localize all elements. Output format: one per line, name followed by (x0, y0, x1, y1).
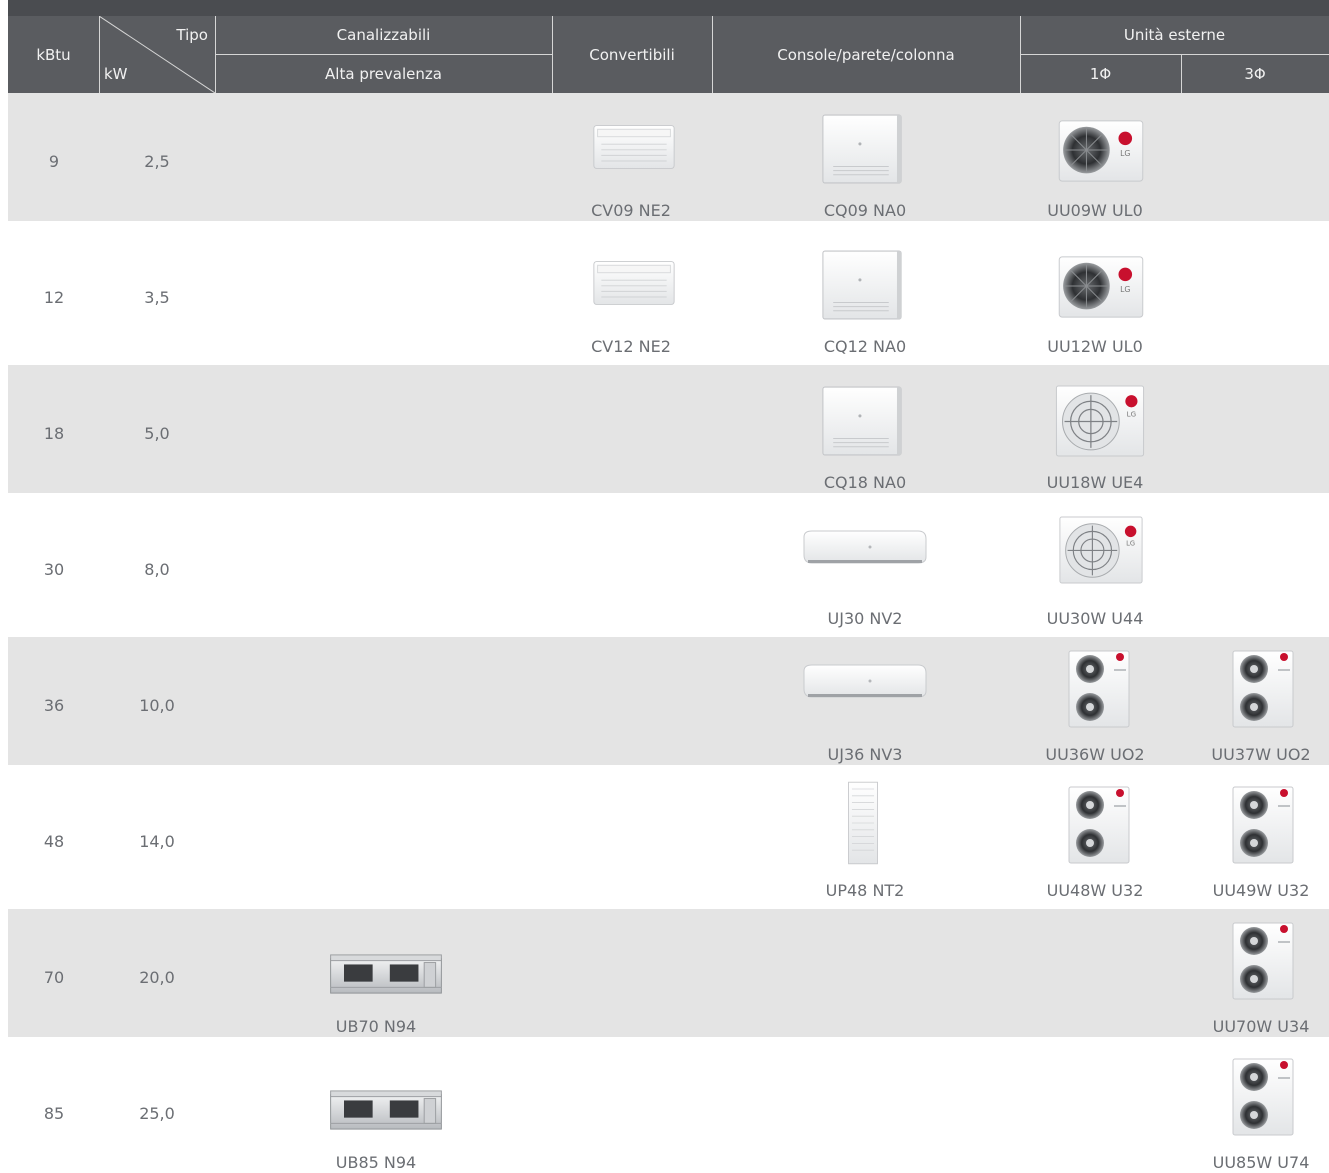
convertible-model: CV09 NE2 (591, 201, 671, 220)
header-three-phase: 3Φ (1244, 65, 1266, 83)
console-model: UJ30 NV2 (827, 609, 903, 628)
table-row: 9 2,5 CV09 NE2 CQ09 NA0 UU09W UL0 (8, 93, 1329, 221)
console-unit-image (820, 385, 904, 457)
kbtu-value: 18 (43, 424, 65, 443)
wall-unit-image (800, 527, 930, 567)
header-convertibili: Convertibili (589, 45, 675, 64)
table-row: 36 10,0 UJ36 NV3 UU36W UO2 UU37W UO2 (8, 637, 1329, 765)
convertible-unit-image (592, 123, 676, 171)
console-unit-image (820, 249, 904, 321)
kw-value: 2,5 (144, 152, 170, 171)
outdoor-unit-image (1066, 649, 1136, 729)
table-row: 18 5,0 CQ18 NA0 UU18W UE4 (8, 365, 1329, 493)
outdoor-1ph-model: UU30W U44 (1046, 609, 1144, 628)
outdoor-3ph-model: UU37W UO2 (1211, 745, 1311, 764)
table-row: 12 3,5 CV12 NE2 CQ12 NA0 UU12W UL0 (8, 229, 1329, 357)
ducted-unit-image (328, 953, 444, 995)
table-row: 30 8,0 UJ30 NV2 UU30W U44 (8, 501, 1329, 629)
header-alta-prevalenza: Alta prevalenza (325, 65, 442, 83)
kbtu-value: 12 (43, 288, 65, 307)
kw-value: 3,5 (144, 288, 170, 307)
outdoor-unit-image (1058, 513, 1144, 587)
outdoor-1ph-model: UU18W UE4 (1046, 473, 1144, 492)
outdoor-1ph-model: UU12W UL0 (1047, 337, 1143, 356)
outdoor-3ph-model: UU85W U74 (1212, 1153, 1310, 1172)
kbtu-value: 70 (43, 968, 65, 987)
ducted-model: UB70 N94 (335, 1017, 417, 1036)
kbtu-value: 30 (43, 560, 65, 579)
console-model: CQ18 NA0 (823, 473, 907, 492)
convertible-model: CV12 NE2 (591, 337, 671, 356)
outdoor-unit-image (1056, 253, 1146, 321)
kw-value: 8,0 (144, 560, 170, 579)
kbtu-value: 48 (43, 832, 65, 851)
outdoor-unit-image (1230, 649, 1300, 729)
outdoor-3ph-model: UU70W U34 (1212, 1017, 1310, 1036)
outdoor-unit-image (1066, 785, 1136, 865)
kbtu-value: 9 (48, 152, 60, 171)
header-kbtu: kBtu (36, 45, 71, 64)
header-kw: kW (104, 65, 128, 83)
kbtu-value: 36 (43, 696, 65, 715)
table-row: 85 25,0 UB85 N94 UU85W U74 (8, 1045, 1329, 1173)
header-unita-esterne: Unità esterne (1123, 26, 1226, 44)
kw-value: 10,0 (139, 696, 175, 715)
floor-unit-image (846, 773, 880, 873)
outdoor-unit-image (1230, 785, 1300, 865)
console-model: CQ12 NA0 (823, 337, 907, 356)
convertible-unit-image (592, 259, 676, 307)
header-canalizzabili: Canalizzabili (336, 26, 431, 44)
outdoor-unit-image (1230, 1057, 1300, 1137)
outdoor-1ph-model: UU09W UL0 (1047, 201, 1143, 220)
outdoor-1ph-model: UU36W UO2 (1045, 745, 1145, 764)
console-model: CQ09 NA0 (823, 201, 907, 220)
console-unit-image (820, 113, 904, 185)
console-model: UP48 NT2 (825, 881, 905, 900)
kw-value: 25,0 (139, 1104, 175, 1123)
ducted-unit-image (328, 1089, 444, 1131)
table-row: 48 14,0 UP48 NT2 UU48W U32 UU49W U32 (8, 773, 1329, 901)
outdoor-unit-image (1230, 921, 1300, 1001)
table-row: 70 20,0 UB70 N94 UU70W U34 (8, 909, 1329, 1037)
kw-value: 14,0 (139, 832, 175, 851)
console-model: UJ36 NV3 (827, 745, 903, 764)
outdoor-unit-image (1054, 383, 1146, 459)
table-header: kBtu Tipo kW Canalizzabili Alta prevalen… (8, 16, 1329, 93)
top-bar (8, 0, 1329, 16)
kw-value: 5,0 (144, 424, 170, 443)
outdoor-3ph-model: UU49W U32 (1212, 881, 1310, 900)
header-tipo: Tipo (176, 26, 208, 44)
ducted-model: UB85 N94 (335, 1153, 417, 1172)
outdoor-unit-image (1056, 117, 1146, 185)
wall-unit-image (800, 661, 930, 701)
header-single-phase: 1Φ (1089, 65, 1112, 83)
header-console: Console/parete/colonna (777, 45, 955, 64)
kw-value: 20,0 (139, 968, 175, 987)
outdoor-1ph-model: UU48W U32 (1046, 881, 1144, 900)
kbtu-value: 85 (43, 1104, 65, 1123)
